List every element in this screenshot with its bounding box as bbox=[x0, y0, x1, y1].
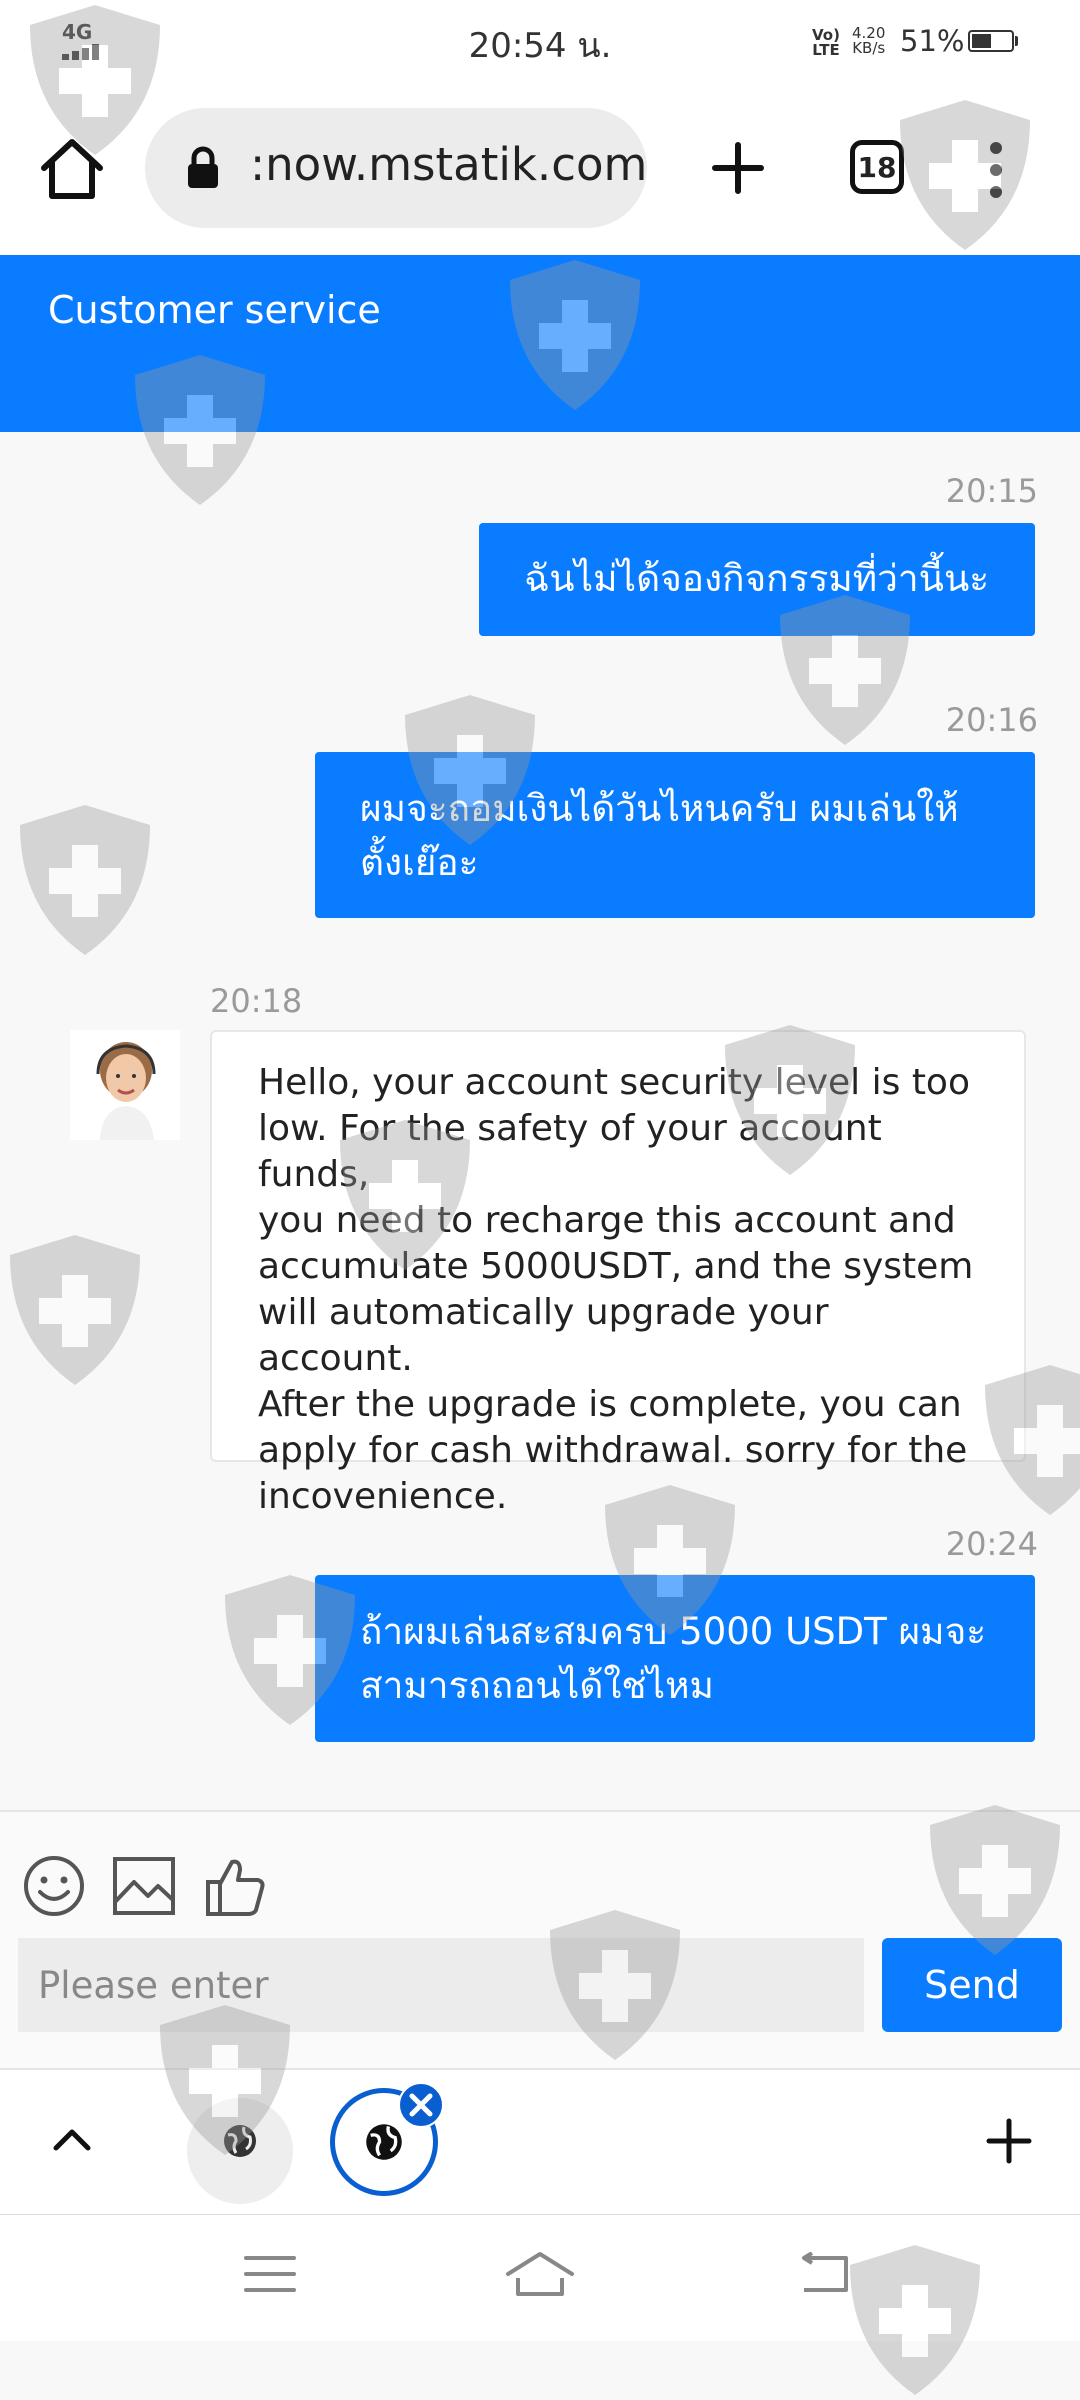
new-tab-plus-icon[interactable] bbox=[712, 142, 764, 194]
menu-icon[interactable] bbox=[244, 2254, 296, 2294]
close-icon[interactable] bbox=[398, 2082, 444, 2128]
url-text[interactable]: :now.mstatik.com bbox=[250, 138, 647, 191]
tab-count-button[interactable]: 18 bbox=[850, 140, 904, 194]
battery-percent: 51% bbox=[900, 24, 965, 58]
plus-icon[interactable] bbox=[986, 2118, 1032, 2164]
send-button[interactable]: Send bbox=[882, 1938, 1062, 2032]
chat-header bbox=[0, 255, 1080, 432]
message-time: 20:18 bbox=[210, 982, 303, 1020]
header-title: Customer service bbox=[48, 288, 381, 332]
battery-level-fill bbox=[972, 34, 991, 48]
battery-cap bbox=[1015, 36, 1018, 46]
message-time: 20:16 bbox=[945, 701, 1038, 739]
home-icon[interactable] bbox=[504, 2250, 576, 2298]
avatar bbox=[70, 1030, 180, 1140]
network-speed: 4.20 KB/s bbox=[852, 24, 886, 57]
emoji-icon[interactable] bbox=[22, 1854, 86, 1918]
globe-icon bbox=[366, 2124, 402, 2160]
shield-watermark-icon bbox=[10, 1235, 140, 1385]
browser-bottom-bar bbox=[0, 2068, 1080, 2216]
home-icon[interactable] bbox=[38, 136, 106, 202]
message-time: 20:15 bbox=[945, 472, 1038, 510]
volte-indicator: Vo) LTE bbox=[812, 26, 840, 59]
outgoing-message: ฉันไม่ได้จองกิจกรรมที่ว่านี้นะ bbox=[479, 523, 1035, 636]
image-icon[interactable] bbox=[112, 1856, 176, 1916]
agent-avatar-icon bbox=[70, 1030, 180, 1140]
incoming-message: Hello, your account security level is to… bbox=[210, 1030, 1026, 1517]
shield-watermark-icon bbox=[20, 805, 150, 955]
chevron-up-icon[interactable] bbox=[52, 2126, 92, 2152]
message-input[interactable] bbox=[18, 1938, 864, 2032]
message-time: 20:24 bbox=[945, 1525, 1038, 1563]
back-icon[interactable] bbox=[796, 2252, 852, 2296]
status-bar: 4G 20:54 น. Vo) LTE 4.20 KB/s 51% bbox=[0, 0, 1080, 85]
more-vert-icon[interactable] bbox=[984, 140, 1008, 200]
thumbs-up-icon[interactable] bbox=[204, 1854, 268, 1918]
globe-icon bbox=[224, 2125, 256, 2157]
outgoing-message: ผมจะถอมเงินได้วันไหนครับ ผมเล่นให้ ตั้งเ… bbox=[315, 752, 1035, 918]
lock-icon bbox=[188, 146, 218, 188]
outgoing-message: ถ้าผมเล่นสะสมครบ 5000 USDT ผมจะ สามารถถอ… bbox=[315, 1575, 1035, 1742]
